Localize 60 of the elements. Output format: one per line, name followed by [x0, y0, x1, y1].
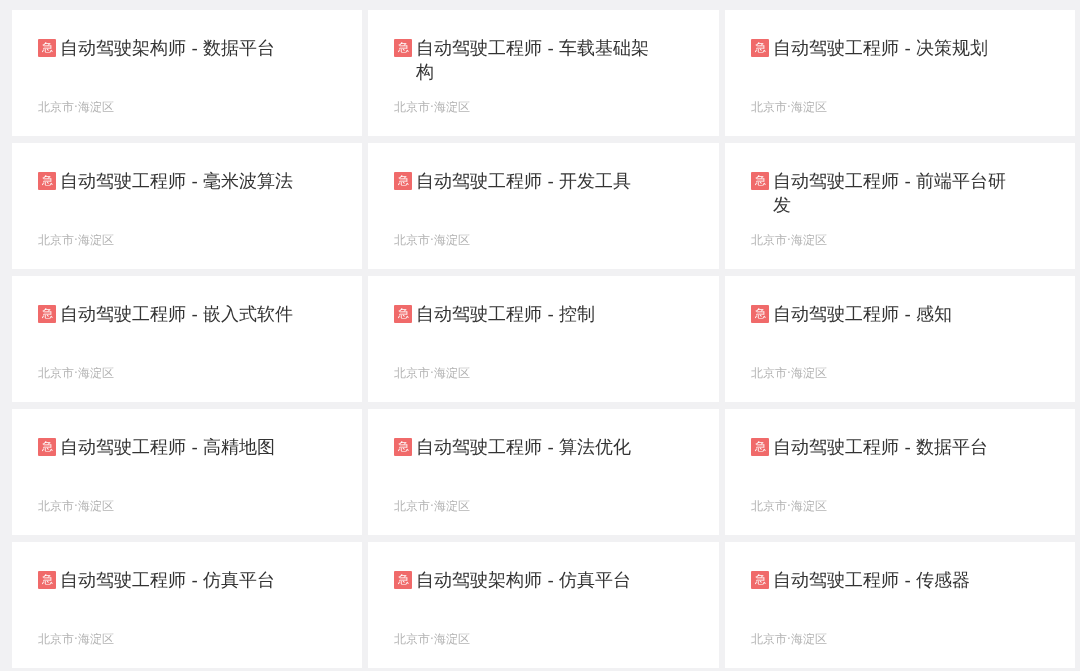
job-title: 自动驾驶工程师 - 仿真平台	[60, 569, 277, 592]
job-location: 北京市·海淀区	[394, 100, 470, 114]
job-location: 北京市·海淀区	[394, 366, 470, 380]
job-card[interactable]: 急 自动驾驶工程师 - 前端平台研发 北京市·海淀区	[725, 143, 1075, 269]
job-card[interactable]: 急 自动驾驶工程师 - 高精地图 北京市·海淀区	[12, 409, 362, 535]
job-title: 自动驾驶工程师 - 高精地图	[60, 436, 277, 459]
urgent-tag: 急	[751, 305, 769, 323]
job-title: 自动驾驶工程师 - 感知	[773, 303, 954, 326]
job-card[interactable]: 急 自动驾驶工程师 - 决策规划 北京市·海淀区	[725, 10, 1075, 136]
job-card[interactable]: 急 自动驾驶工程师 - 控制 北京市·海淀区	[368, 276, 719, 402]
job-title: 自动驾驶工程师 - 控制	[416, 303, 597, 326]
job-location: 北京市·海淀区	[394, 233, 470, 247]
job-location: 北京市·海淀区	[751, 632, 827, 646]
urgent-tag: 急	[38, 39, 56, 57]
job-location: 北京市·海淀区	[38, 499, 114, 513]
job-title: 自动驾驶工程师 - 决策规划	[773, 37, 990, 60]
urgent-tag: 急	[394, 172, 412, 190]
job-card[interactable]: 急 自动驾驶工程师 - 感知 北京市·海淀区	[725, 276, 1075, 402]
job-location: 北京市·海淀区	[38, 366, 114, 380]
job-card[interactable]: 急 自动驾驶工程师 - 传感器 北京市·海淀区	[725, 542, 1075, 668]
job-title: 自动驾驶工程师 - 嵌入式软件	[60, 303, 295, 326]
urgent-tag: 急	[38, 305, 56, 323]
job-title: 自动驾驶工程师 - 前端平台研发	[773, 170, 1008, 217]
urgent-tag: 急	[751, 172, 769, 190]
job-title: 自动驾驶工程师 - 数据平台	[773, 436, 990, 459]
job-card[interactable]: 急 自动驾驶工程师 - 算法优化 北京市·海淀区	[368, 409, 719, 535]
job-title: 自动驾驶架构师 - 仿真平台	[416, 569, 633, 592]
urgent-tag: 急	[38, 438, 56, 456]
urgent-tag: 急	[38, 172, 56, 190]
job-location: 北京市·海淀区	[751, 100, 827, 114]
job-card[interactable]: 急 自动驾驶工程师 - 嵌入式软件 北京市·海淀区	[12, 276, 362, 402]
urgent-tag: 急	[38, 571, 56, 589]
job-location: 北京市·海淀区	[38, 100, 114, 114]
job-card[interactable]: 急 自动驾驶工程师 - 车载基础架构 北京市·海淀区	[368, 10, 719, 136]
urgent-tag: 急	[751, 39, 769, 57]
job-card[interactable]: 急 自动驾驶工程师 - 仿真平台 北京市·海淀区	[12, 542, 362, 668]
urgent-tag: 急	[394, 438, 412, 456]
urgent-tag: 急	[394, 571, 412, 589]
urgent-tag: 急	[394, 39, 412, 57]
job-title: 自动驾驶工程师 - 传感器	[773, 569, 972, 592]
urgent-tag: 急	[394, 305, 412, 323]
job-title: 自动驾驶工程师 - 开发工具	[416, 170, 633, 193]
urgent-tag: 急	[751, 571, 769, 589]
job-title: 自动驾驶工程师 - 毫米波算法	[60, 170, 295, 193]
job-card[interactable]: 急 自动驾驶工程师 - 毫米波算法 北京市·海淀区	[12, 143, 362, 269]
job-location: 北京市·海淀区	[394, 632, 470, 646]
job-card[interactable]: 急 自动驾驶架构师 - 数据平台 北京市·海淀区	[12, 10, 362, 136]
job-location: 北京市·海淀区	[38, 233, 114, 247]
job-card[interactable]: 急 自动驾驶工程师 - 开发工具 北京市·海淀区	[368, 143, 719, 269]
job-location: 北京市·海淀区	[394, 499, 470, 513]
job-title: 自动驾驶架构师 - 数据平台	[60, 37, 277, 60]
job-title: 自动驾驶工程师 - 车载基础架构	[416, 37, 651, 84]
job-location: 北京市·海淀区	[751, 233, 827, 247]
job-card[interactable]: 急 自动驾驶架构师 - 仿真平台 北京市·海淀区	[368, 542, 719, 668]
job-title: 自动驾驶工程师 - 算法优化	[416, 436, 633, 459]
job-location: 北京市·海淀区	[751, 366, 827, 380]
job-location: 北京市·海淀区	[38, 632, 114, 646]
job-card[interactable]: 急 自动驾驶工程师 - 数据平台 北京市·海淀区	[725, 409, 1075, 535]
urgent-tag: 急	[751, 438, 769, 456]
job-location: 北京市·海淀区	[751, 499, 827, 513]
